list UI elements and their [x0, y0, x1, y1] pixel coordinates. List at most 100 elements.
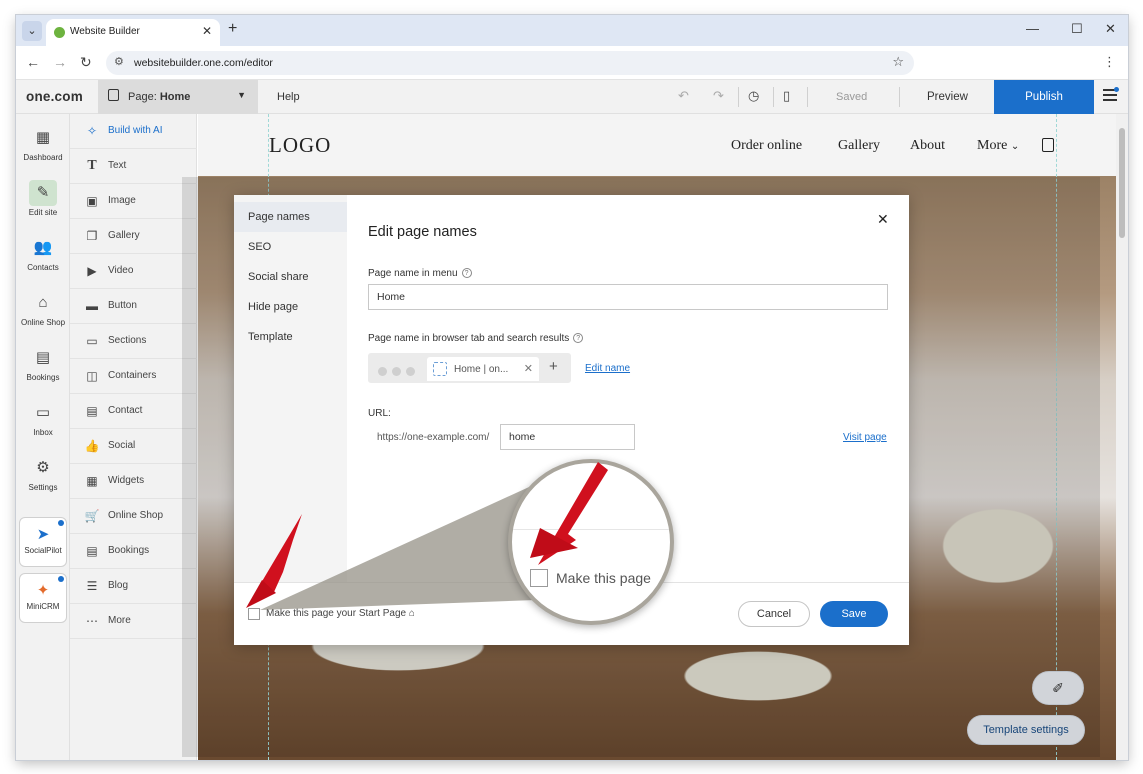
- app-minicrm[interactable]: ✦ MiniCRM: [19, 573, 67, 623]
- forward-icon[interactable]: →: [53, 54, 67, 70]
- page-selector-prefix: Page:: [128, 91, 157, 103]
- element-sections[interactable]: ▭ Sections: [70, 324, 197, 359]
- site-nav-more[interactable]: More ⌄: [977, 138, 1019, 154]
- history-icon[interactable]: ◷: [748, 88, 759, 104]
- element-online-shop[interactable]: 🛒 Online Shop: [70, 499, 197, 534]
- site-nav-gallery[interactable]: Gallery: [838, 138, 880, 154]
- element-gallery[interactable]: ❐ Gallery: [70, 219, 197, 254]
- sparkle-icon: ✧: [86, 124, 98, 138]
- site-nav-order-online[interactable]: Order online: [731, 138, 802, 154]
- tab-page-names[interactable]: Page names: [234, 202, 347, 232]
- nav-edit-site[interactable]: ✎ Edit site: [16, 180, 70, 217]
- divider: [807, 87, 808, 107]
- tab-seo[interactable]: SEO: [234, 232, 347, 262]
- nav-label: Dashboard: [23, 153, 63, 162]
- app-socialpilot[interactable]: ➤ SocialPilot: [19, 517, 67, 567]
- bookings-icon: ▤: [86, 544, 98, 558]
- url-slug-input[interactable]: home: [500, 424, 635, 450]
- element-button[interactable]: ▬ Button: [70, 289, 197, 324]
- help-button[interactable]: Help: [277, 91, 300, 103]
- tab-search-icon[interactable]: ⌄: [22, 21, 42, 41]
- nav-dashboard[interactable]: ▦ Dashboard: [16, 128, 70, 162]
- page-selector-value: Home: [159, 91, 191, 103]
- element-video[interactable]: ▶ Video: [70, 254, 197, 289]
- undo-icon[interactable]: ↶: [678, 88, 689, 104]
- preview-tab-title: Home | on...: [454, 364, 509, 375]
- help-icon[interactable]: ?: [461, 268, 472, 278]
- cancel-button[interactable]: Cancel: [738, 601, 810, 627]
- app-label: SocialPilot: [24, 546, 62, 555]
- reload-icon[interactable]: ↻: [80, 54, 92, 71]
- save-button[interactable]: Save: [820, 601, 888, 627]
- browser-tab-preview: Home | on... ✕ +: [368, 353, 571, 383]
- image-icon: ▣: [86, 194, 98, 208]
- element-contact[interactable]: ▤ Contact: [70, 394, 197, 429]
- help-icon[interactable]: ?: [573, 333, 584, 343]
- nav-online-shop[interactable]: ⌂ Online Shop: [16, 293, 70, 327]
- close-tab-icon[interactable]: ✕: [202, 24, 212, 38]
- element-bookings[interactable]: ▤ Bookings: [70, 534, 197, 569]
- element-label: Image: [108, 195, 136, 206]
- left-nav: ▦ Dashboard ✎ Edit site 👥 Contacts ⌂ Onl…: [16, 114, 70, 760]
- nav-settings[interactable]: ⚙ Settings: [16, 458, 70, 492]
- tab-template[interactable]: Template: [234, 322, 347, 352]
- containers-icon: ◫: [86, 369, 98, 383]
- start-page-checkbox[interactable]: [248, 608, 260, 620]
- edit-site-icon: ✎: [29, 180, 57, 206]
- magnifier-lens: Make this page: [508, 459, 674, 625]
- nav-inbox[interactable]: ▭ Inbox: [16, 403, 70, 437]
- element-blog[interactable]: ☰ Blog: [70, 569, 197, 604]
- url-bar[interactable]: ⚙ websitebuilder.one.com/editor ☆: [106, 51, 914, 75]
- shopping-bag-icon[interactable]: [1042, 138, 1054, 152]
- contacts-icon: 👥: [33, 239, 53, 256]
- element-label: Gallery: [108, 230, 140, 241]
- site-nav-about[interactable]: About: [910, 138, 945, 154]
- edit-name-link[interactable]: Edit name: [585, 363, 630, 374]
- element-containers[interactable]: ◫ Containers: [70, 359, 197, 394]
- preview-button[interactable]: Preview: [927, 91, 968, 103]
- url-label: URL:: [368, 408, 391, 419]
- element-widgets[interactable]: ▦ Widgets: [70, 464, 197, 499]
- bookmark-star-icon[interactable]: ☆: [892, 54, 904, 70]
- element-text[interactable]: T Text: [70, 149, 197, 184]
- window-dots: [378, 365, 420, 379]
- browser-menu-icon[interactable]: ⋮: [1103, 54, 1116, 70]
- new-tab-icon[interactable]: +: [228, 20, 237, 38]
- redo-icon[interactable]: ↷: [713, 88, 724, 104]
- menu-icon[interactable]: [1103, 87, 1119, 103]
- menu-name-input[interactable]: Home: [368, 284, 888, 310]
- chevron-down-icon: ▼: [237, 90, 246, 100]
- visit-page-link[interactable]: Visit page: [843, 432, 887, 443]
- inbox-icon: ▭: [35, 404, 51, 421]
- nav-contacts[interactable]: 👥 Contacts: [16, 238, 70, 272]
- maximize-icon[interactable]: ☐: [1071, 21, 1083, 37]
- minimize-icon[interactable]: —: [1026, 21, 1039, 36]
- canvas-scrollbar[interactable]: [1116, 114, 1128, 760]
- element-image[interactable]: ▣ Image: [70, 184, 197, 219]
- tab-social-share[interactable]: Social share: [234, 262, 347, 292]
- element-build-with-ai[interactable]: ✧ Build with AI: [70, 114, 197, 149]
- start-page-label[interactable]: Make this page your Start Page ⌂: [266, 608, 415, 619]
- page-icon: [108, 89, 119, 101]
- site-logo[interactable]: LOGO: [269, 133, 331, 158]
- sections-icon: ▭: [86, 334, 98, 348]
- browser-tab[interactable]: Website Builder ✕: [46, 19, 220, 46]
- minicrm-icon: ✦: [36, 582, 50, 599]
- mobile-view-icon[interactable]: ▯: [783, 88, 790, 104]
- site-info-icon[interactable]: ⚙: [114, 55, 124, 68]
- close-window-icon[interactable]: ✕: [1105, 21, 1116, 37]
- element-social[interactable]: 👍 Social: [70, 429, 197, 464]
- publish-button[interactable]: Publish: [994, 80, 1094, 114]
- back-icon[interactable]: ←: [26, 54, 40, 70]
- nav-label: Contacts: [27, 263, 59, 272]
- gallery-icon: ❐: [86, 229, 98, 243]
- dialog-title: Edit page names: [368, 224, 477, 240]
- close-icon[interactable]: ✕: [877, 211, 889, 228]
- site-header[interactable]: LOGO Order online Gallery About More ⌄: [198, 114, 1116, 176]
- nav-bookings[interactable]: ▤ Bookings: [16, 348, 70, 382]
- scrollbar-thumb[interactable]: [1119, 128, 1125, 238]
- tab-hide-page[interactable]: Hide page: [234, 292, 347, 322]
- page-selector[interactable]: Page: Home ▼: [98, 80, 258, 114]
- brand-logo[interactable]: one.com: [26, 89, 83, 104]
- element-more[interactable]: ⋯ More: [70, 604, 197, 639]
